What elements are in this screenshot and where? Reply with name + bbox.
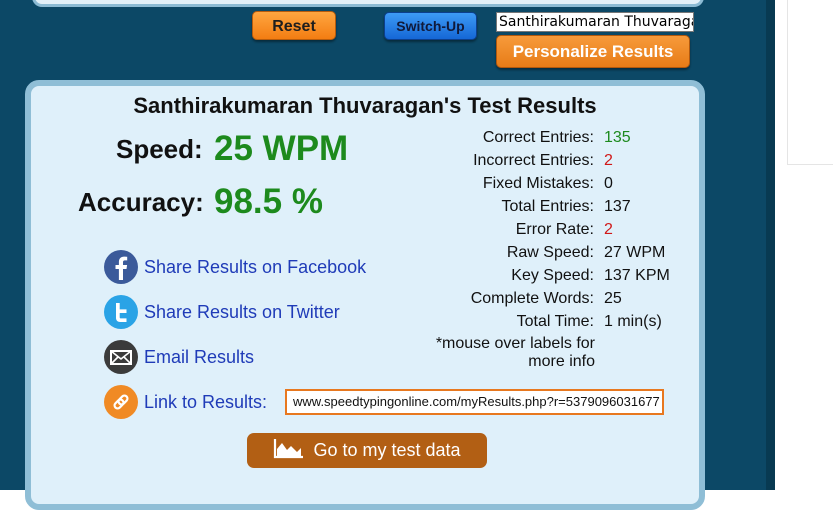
page-edge-strip [766, 0, 775, 490]
share-facebook-link[interactable]: Share Results on Facebook [144, 257, 366, 278]
side-panel [787, 0, 833, 165]
chart-icon [273, 437, 305, 464]
stat-value-total-time: 1 min(s) [604, 313, 662, 330]
note-line-2: more info [528, 353, 595, 370]
stat-value-error-rate: 2 [604, 221, 613, 238]
stat-label-total-time[interactable]: Total Time: [517, 313, 594, 331]
note-line-1: *mouse over labels for [435, 335, 595, 352]
stat-label-raw-speed[interactable]: Raw Speed: [507, 244, 594, 262]
speed-label: Speed: [116, 134, 203, 164]
stat-value-key-speed: 137 KPM [604, 267, 670, 284]
link-icon [104, 385, 138, 419]
go-to-test-data-button[interactable]: Go to my test data [247, 433, 487, 468]
twitter-icon[interactable] [104, 295, 138, 329]
stat-value-complete-words: 25 [604, 290, 622, 307]
link-to-results-label: Link to Results: [144, 392, 268, 412]
stat-value-raw-speed: 27 WPM [604, 244, 666, 261]
reset-button[interactable]: Reset [252, 11, 336, 40]
stat-value-correct: 135 [604, 129, 631, 146]
personalize-results-button[interactable]: Personalize Results [496, 35, 690, 68]
stat-value-fixed: 0 [604, 175, 613, 192]
stat-label-incorrect[interactable]: Incorrect Entries: [473, 152, 594, 170]
stat-value-incorrect: 2 [604, 152, 613, 169]
results-link-field[interactable]: www.speedtypingonline.com/myResults.php?… [285, 389, 664, 415]
stat-label-key-speed[interactable]: Key Speed: [511, 267, 594, 285]
results-title: Santhirakumaran Thuvaragan's Test Result… [133, 93, 597, 118]
mouse-over-note: *mouse over labels for more info [436, 335, 595, 371]
switch-up-button[interactable]: Switch-Up [384, 12, 477, 40]
speed-value: 25 WPM [214, 129, 349, 168]
email-results-link[interactable]: Email Results [144, 347, 254, 368]
name-input[interactable]: Santhirakumaran Thuvaragan [496, 12, 694, 32]
stat-label-total-entries[interactable]: Total Entries: [502, 198, 594, 216]
stat-label-fixed[interactable]: Fixed Mistakes: [483, 175, 594, 193]
stat-label-error-rate[interactable]: Error Rate: [516, 221, 594, 239]
accuracy-label: Accuracy: [78, 187, 204, 217]
email-icon[interactable] [104, 340, 138, 374]
share-twitter-link[interactable]: Share Results on Twitter [144, 302, 340, 323]
stat-label-correct[interactable]: Correct Entries: [483, 129, 594, 147]
test-data-label: Go to my test data [313, 440, 461, 460]
typing-area-edge [32, 0, 704, 7]
accuracy-value: 98.5 % [214, 182, 323, 221]
facebook-icon[interactable] [104, 250, 138, 284]
stat-label-complete-words[interactable]: Complete Words: [471, 290, 594, 308]
stat-value-total-entries: 137 [604, 198, 631, 215]
